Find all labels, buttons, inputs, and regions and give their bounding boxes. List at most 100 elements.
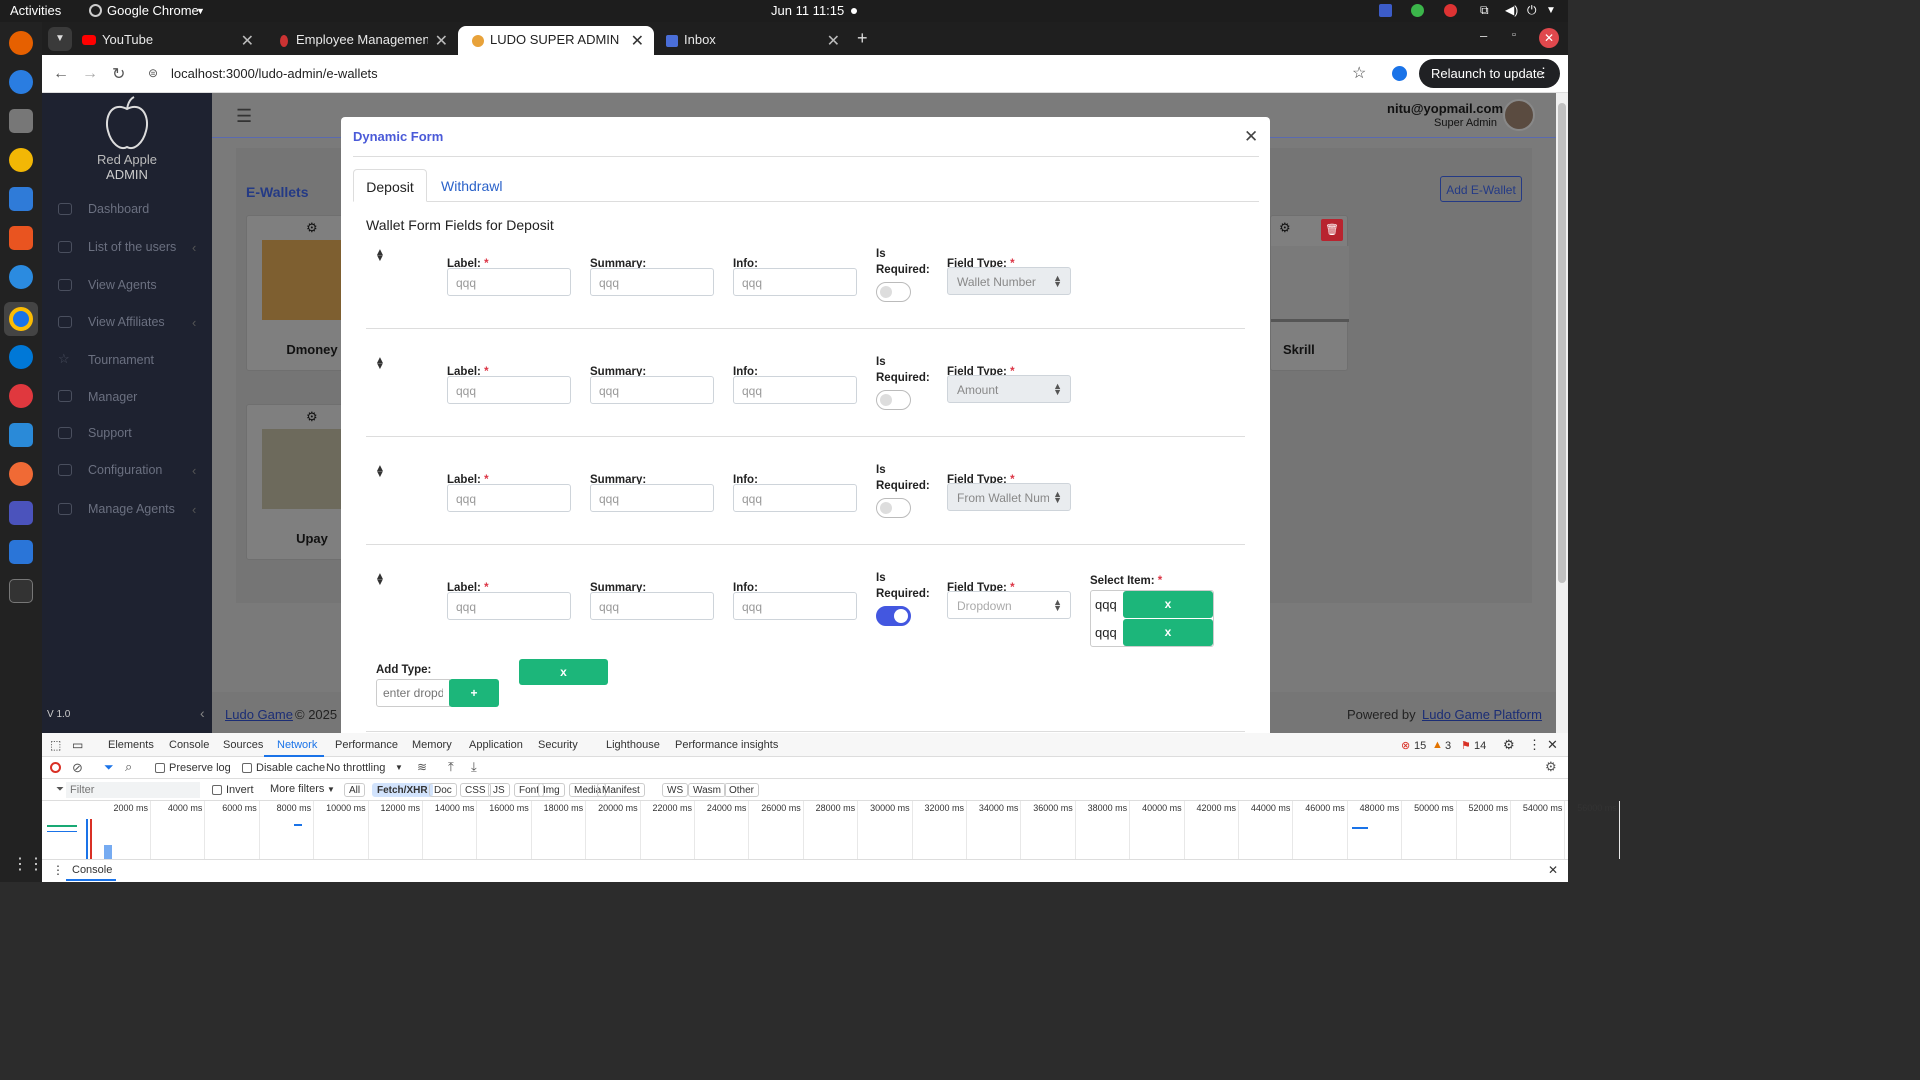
filter-chip[interactable]: CSS <box>460 783 491 797</box>
is-required-toggle[interactable] <box>876 498 911 518</box>
tab-inbox[interactable]: Inbox ✕ <box>656 26 850 55</box>
devtools-tab[interactable]: Performance <box>335 739 398 751</box>
network-conditions-icon[interactable]: ≋ <box>417 760 427 774</box>
clear-icon[interactable]: ⊘ <box>72 760 83 776</box>
new-tab-icon[interactable]: + <box>857 28 868 49</box>
drawer-tab-console[interactable]: Console <box>72 864 112 876</box>
label-input[interactable]: qqq <box>447 268 571 296</box>
avatar[interactable] <box>1503 99 1535 131</box>
volume-icon[interactable]: ◀) <box>1505 3 1518 17</box>
tab-search-button[interactable]: ▼ <box>48 27 72 51</box>
footer-link[interactable]: Ludo Game <box>225 707 293 722</box>
devtools-tab[interactable]: Performance insights <box>675 739 778 751</box>
devtools-tab[interactable]: Sources <box>223 739 263 751</box>
app-menu[interactable]: Google Chrome <box>107 3 199 18</box>
filter-chip[interactable]: Img <box>538 783 565 797</box>
powered-by-link[interactable]: Ludo Game Platform <box>1422 707 1542 722</box>
device-toolbar-icon[interactable]: ▭ <box>72 738 83 752</box>
record-icon[interactable] <box>50 762 61 773</box>
app-icon[interactable] <box>9 384 33 408</box>
rhythmbox-icon[interactable] <box>9 148 33 172</box>
postman-icon[interactable] <box>9 462 33 486</box>
devtools-tab[interactable]: Security <box>538 739 578 751</box>
info-input[interactable]: qqq <box>733 376 857 404</box>
summary-input[interactable]: qqq <box>590 484 714 512</box>
more-icon[interactable]: ⋮ <box>1528 737 1541 753</box>
error-count[interactable]: 15 <box>1414 740 1426 752</box>
label-input[interactable]: qqq <box>447 592 571 620</box>
drag-handle-icon[interactable]: ▲ ▼ <box>375 464 385 480</box>
summary-input[interactable]: qqq <box>590 376 714 404</box>
collapse-sidebar-icon[interactable]: ‹ <box>200 705 205 721</box>
settings-gear-icon[interactable]: ⚙ <box>1503 737 1515 753</box>
is-required-toggle[interactable] <box>876 282 911 302</box>
tray-app-icon[interactable] <box>1411 4 1424 17</box>
text-editor-icon[interactable] <box>9 540 33 564</box>
thunderbird-icon[interactable] <box>9 70 33 94</box>
devtools-tab[interactable]: Network <box>277 739 317 751</box>
close-window-icon[interactable]: ✕ <box>1539 28 1559 48</box>
activities-button[interactable]: Activities <box>10 3 61 18</box>
filter-chip[interactable]: Other <box>724 783 760 797</box>
search-icon[interactable]: ⌕ <box>125 759 132 775</box>
network-icon[interactable]: ⧉ <box>1480 3 1489 18</box>
filter-input[interactable] <box>66 782 200 798</box>
upload-icon[interactable]: ⤒ <box>448 759 454 775</box>
devtools-tab[interactable]: Application <box>469 739 523 751</box>
hamburger-menu-icon[interactable]: ☰ <box>236 106 252 127</box>
url-bar[interactable]: localhost:3000/ludo-admin/e-wallets <box>171 66 378 81</box>
software-icon[interactable] <box>9 226 33 250</box>
inspect-icon[interactable]: ⬚ <box>50 738 61 752</box>
field-type-select[interactable]: From Wallet Num ▲ ▼ <box>947 483 1071 511</box>
wallet-card[interactable]: ⚙ 🗑 Skrill <box>1270 215 1349 371</box>
gear-icon[interactable]: ⚙ <box>306 409 318 425</box>
remove-item-button[interactable]: x <box>1123 619 1213 646</box>
info-input[interactable]: qqq <box>733 592 857 620</box>
add-type-button[interactable]: + <box>449 679 499 707</box>
is-required-toggle[interactable] <box>876 390 911 410</box>
close-devtools-icon[interactable]: ✕ <box>1547 737 1558 753</box>
bookmark-star-icon[interactable]: ☆ <box>1352 63 1366 83</box>
tab-deposit[interactable]: Deposit <box>353 169 427 202</box>
gear-icon[interactable]: ⚙ <box>306 220 318 236</box>
filter-chip[interactable]: Doc <box>429 783 457 797</box>
tab-ludo-super-admin[interactable]: LUDO SUPER ADMIN ✕ <box>458 26 654 55</box>
chrome-icon[interactable] <box>9 307 33 331</box>
network-settings-gear-icon[interactable]: ⚙ <box>1545 759 1557 775</box>
filter-chip[interactable]: All <box>344 783 366 797</box>
filter-chip[interactable]: JS <box>488 783 510 797</box>
vscode-icon[interactable] <box>9 423 33 447</box>
devtools-tab[interactable]: Console <box>169 739 209 751</box>
summary-input[interactable]: qqq <box>590 592 714 620</box>
select-item-value[interactable]: qqq <box>1091 619 1124 646</box>
close-tab-icon[interactable]: ✕ <box>435 31 448 51</box>
tab-withdrawl[interactable]: Withdrawl <box>441 178 502 194</box>
close-modal-icon[interactable]: ✕ <box>1244 127 1258 147</box>
profile-icon[interactable] <box>1392 66 1407 81</box>
minimize-icon[interactable]: – <box>1480 28 1487 43</box>
teams-tray-icon[interactable] <box>1379 4 1392 17</box>
skype-icon[interactable] <box>9 345 33 369</box>
add-e-wallet-button[interactable]: Add E-Wallet <box>1440 176 1522 202</box>
filter-chip[interactable]: WS <box>662 783 689 797</box>
label-input[interactable]: qqq <box>447 484 571 512</box>
add-type-input[interactable] <box>376 679 450 707</box>
field-type-select[interactable]: Amount ▲ ▼ <box>947 375 1071 403</box>
writer-icon[interactable] <box>9 187 33 211</box>
throttling-select[interactable]: No throttling <box>326 762 385 774</box>
field-type-select[interactable]: Wallet Number ▲ ▼ <box>947 267 1071 295</box>
teams-icon[interactable] <box>9 501 33 525</box>
filter-chip[interactable]: Manifest <box>597 783 645 797</box>
field-type-select[interactable]: Dropdown ▲ ▼ <box>947 591 1071 619</box>
devtools-tab[interactable]: Memory <box>412 739 452 751</box>
invert-checkbox[interactable] <box>212 785 222 795</box>
power-icon[interactable]: ⏻ <box>1527 3 1537 18</box>
close-tab-icon[interactable]: ✕ <box>241 31 254 51</box>
delete-icon[interactable]: 🗑 <box>1321 219 1343 241</box>
files-icon[interactable] <box>9 109 33 133</box>
remove-type-button[interactable]: x <box>519 659 608 685</box>
drag-handle-icon[interactable]: ▲ ▼ <box>375 572 385 588</box>
tray-app-icon[interactable] <box>1444 4 1457 17</box>
close-tab-icon[interactable]: ✕ <box>631 31 644 51</box>
is-required-toggle[interactable] <box>876 606 911 626</box>
